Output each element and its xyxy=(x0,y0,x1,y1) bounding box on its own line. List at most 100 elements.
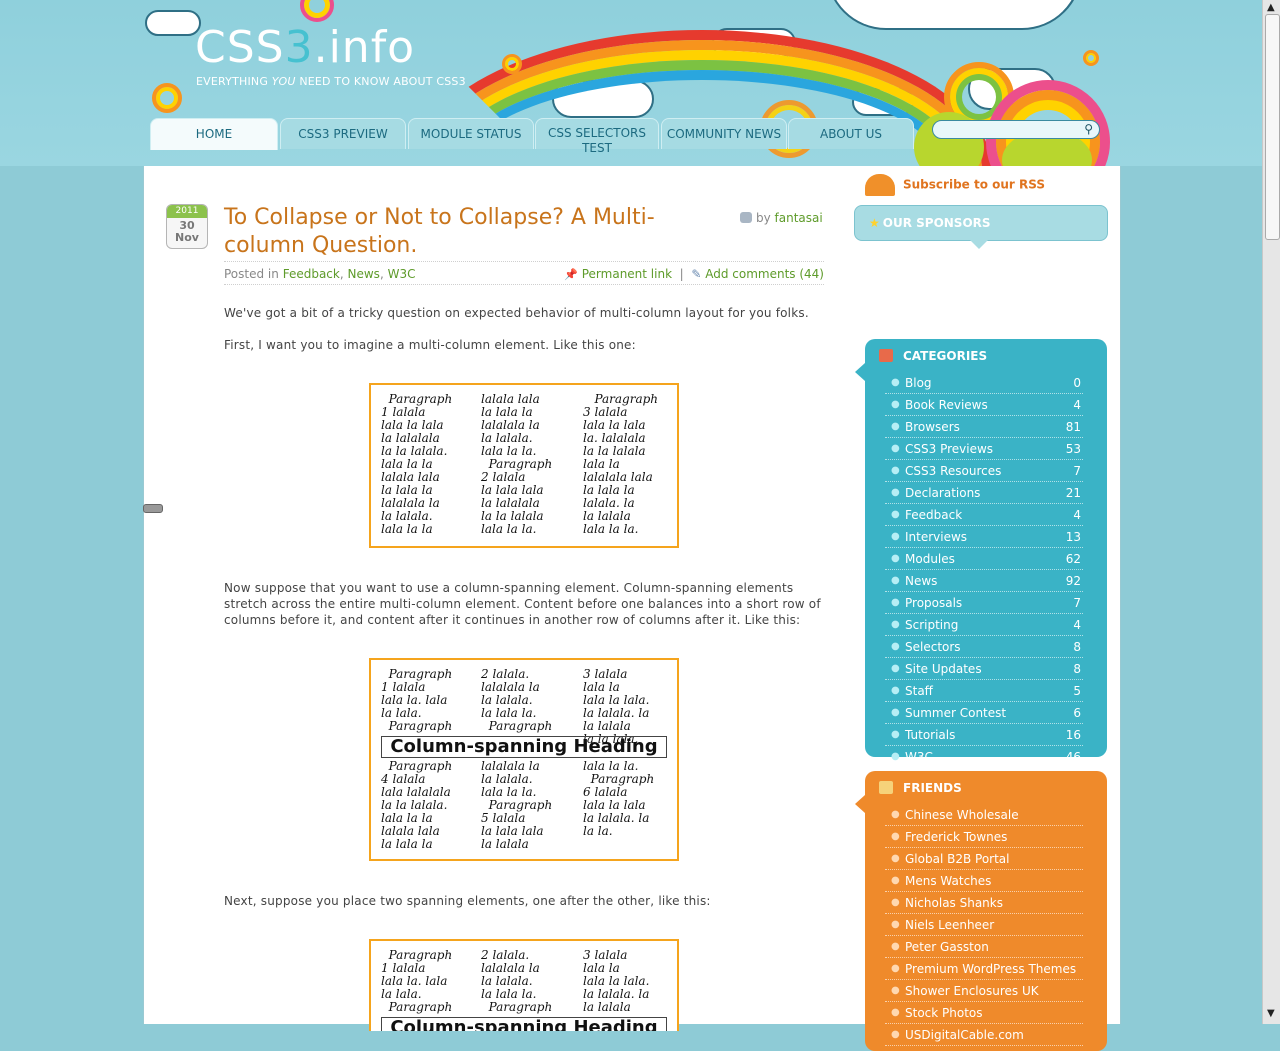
category-name: Book Reviews xyxy=(905,398,988,412)
figure-column: 3 lalala lala la lala la lala. la lalala… xyxy=(583,948,650,1014)
category-item[interactable]: ● Site Updates 8 xyxy=(885,659,1083,680)
drag-handle[interactable] xyxy=(143,504,163,513)
rss-label: Subscribe to our RSS xyxy=(903,177,1045,192)
divider xyxy=(224,284,824,285)
friend-link[interactable]: ● Global B2B Portal xyxy=(885,849,1083,870)
categories-title: CATEGORIES xyxy=(903,349,988,363)
categories-widget: CATEGORIES ● Blog 0 ● Book Reviews 4 ● Browse… xyxy=(855,339,1107,768)
category-item[interactable]: ● News 92 xyxy=(885,571,1083,592)
friend-link[interactable]: ● Premium WordPress Themes xyxy=(885,959,1083,980)
posted-in-label: Posted in xyxy=(224,267,279,281)
by-label: by xyxy=(756,211,771,225)
friend-name: Premium WordPress Themes xyxy=(905,962,1077,976)
tagline-part: EVERYTHING xyxy=(196,75,272,88)
category-item[interactable]: ● Browsers 81 xyxy=(885,417,1083,438)
permalink-link[interactable]: Permanent link xyxy=(582,267,672,281)
nav-tab-css3-preview[interactable]: CSS3 PREVIEW xyxy=(280,118,406,149)
ring-decoration xyxy=(300,0,334,22)
friend-link[interactable]: ● Nicholas Shanks xyxy=(885,893,1083,914)
scroll-up-arrow-icon[interactable]: ▲ xyxy=(1267,2,1275,13)
search-input[interactable] xyxy=(941,122,1075,138)
post-paragraph: First, I want you to imagine a multi-col… xyxy=(224,338,636,352)
search-box: ⚲ xyxy=(932,120,1100,139)
scroll-down-arrow-icon[interactable]: ▼ xyxy=(1267,1008,1275,1019)
bullet-icon: ● xyxy=(891,443,900,454)
bullet-icon: ● xyxy=(891,919,900,930)
category-count: 53 xyxy=(1065,442,1081,456)
site-logo[interactable]: CSS3.info xyxy=(195,22,415,73)
category-count: 7 xyxy=(1073,464,1081,478)
add-comments-link[interactable]: Add comments (44) xyxy=(705,267,824,281)
category-item[interactable]: ● Proposals 7 xyxy=(885,593,1083,614)
nav-tab-module-status[interactable]: MODULE STATUS xyxy=(408,118,534,149)
category-item[interactable]: ● Modules 62 xyxy=(885,549,1083,570)
category-item[interactable]: ● Selectors 8 xyxy=(885,637,1083,658)
friend-link[interactable]: ● Peter Gasston xyxy=(885,937,1083,958)
friend-link[interactable]: ● USDigitalCable.com xyxy=(885,1025,1083,1046)
bullet-icon: ● xyxy=(891,685,900,696)
tagline-part: NEED TO KNOW ABOUT CSS3 xyxy=(295,75,466,88)
category-item[interactable]: ● Book Reviews 4 xyxy=(885,395,1083,416)
category-link-w3c[interactable]: W3C xyxy=(388,267,416,281)
bullet-icon: ● xyxy=(891,941,900,952)
category-item[interactable]: ● Scripting 4 xyxy=(885,615,1083,636)
category-name: Blog xyxy=(905,376,932,390)
nav-tab-css-selectors-test[interactable]: CSS SELECTORS TEST xyxy=(535,118,659,155)
friend-link[interactable]: ● Mens Watches xyxy=(885,871,1083,892)
bullet-icon: ● xyxy=(891,641,900,652)
category-item[interactable]: ● W3C 46 xyxy=(885,747,1083,768)
author-link[interactable]: fantasai xyxy=(775,211,823,225)
bullet-icon: ● xyxy=(891,729,900,740)
scrollbar-thumb[interactable] xyxy=(1265,14,1280,240)
site-header: CSS3.info EVERYTHING YOU NEED TO KNOW AB… xyxy=(0,0,1262,166)
friend-link[interactable]: ● Niels Leenheer xyxy=(885,915,1083,936)
nav-tab-community-news[interactable]: COMMUNITY NEWS xyxy=(661,118,787,149)
friend-link[interactable]: ● Shower Enclosures UK xyxy=(885,981,1083,1002)
bullet-icon: ● xyxy=(891,963,900,974)
friend-name: Shower Enclosures UK xyxy=(905,984,1039,998)
bullet-icon: ● xyxy=(891,465,900,476)
category-item[interactable]: ● Declarations 21 xyxy=(885,483,1083,504)
category-link-news[interactable]: News xyxy=(348,267,380,281)
category-name: News xyxy=(905,574,938,588)
figure-column: Paragraph 4 lalala lala lalalala la la l… xyxy=(381,759,453,851)
category-count: 81 xyxy=(1065,420,1081,434)
friend-name: Frederick Townes xyxy=(905,830,1008,844)
category-item[interactable]: ● CSS3 Resources 7 xyxy=(885,461,1083,482)
category-name: CSS3 Previews xyxy=(905,442,994,456)
category-count: 8 xyxy=(1073,662,1081,676)
vertical-scrollbar[interactable]: ▲ ▼ xyxy=(1262,0,1280,1024)
search-icon[interactable]: ⚲ xyxy=(1084,122,1093,136)
category-link-feedback[interactable]: Feedback xyxy=(283,267,340,281)
figure-column: Paragraph 1 lalala lala la. lala la lala… xyxy=(381,667,453,733)
post-paragraph: Next, suppose you place two spanning ele… xyxy=(224,894,711,908)
bullet-icon: ● xyxy=(891,1029,900,1040)
tagline-you: YOU xyxy=(271,75,296,88)
category-item[interactable]: ● CSS3 Previews 53 xyxy=(885,439,1083,460)
friend-link[interactable]: ● Stock Photos xyxy=(885,1003,1083,1024)
nav-tab-home[interactable]: HOME xyxy=(150,118,278,150)
category-item[interactable]: ● Staff 5 xyxy=(885,681,1083,702)
widget-pointer xyxy=(855,795,865,813)
friend-link[interactable]: ● Chinese Wholesale xyxy=(885,805,1083,826)
multicolumn-figure: Paragraph 1 lalala lala la lala la lalal… xyxy=(369,383,679,548)
category-name: Proposals xyxy=(905,596,963,610)
friend-link[interactable]: ● Frederick Townes xyxy=(885,827,1083,848)
site-tagline: EVERYTHING YOU NEED TO KNOW ABOUT CSS3 xyxy=(196,75,466,88)
friend-name: Nicholas Shanks xyxy=(905,896,1003,910)
category-item[interactable]: ● Summer Contest 6 xyxy=(885,703,1083,724)
category-item[interactable]: ● Tutorials 16 xyxy=(885,725,1083,746)
nav-tab-about-us[interactable]: ABOUT US xyxy=(788,118,914,149)
category-item[interactable]: ● Feedback 4 xyxy=(885,505,1083,526)
category-count: 4 xyxy=(1073,508,1081,522)
category-count: 21 xyxy=(1065,486,1081,500)
category-item[interactable]: ● Blog 0 xyxy=(885,373,1083,394)
category-count: 4 xyxy=(1073,618,1081,632)
sponsors-title: OUR SPONSORS xyxy=(882,216,991,230)
bullet-icon: ● xyxy=(891,531,900,542)
category-name: Browsers xyxy=(905,420,960,434)
rss-subscribe[interactable]: Subscribe to our RSS xyxy=(865,174,1045,196)
category-name: Site Updates xyxy=(905,662,982,676)
post-title[interactable]: To Collapse or Not to Collapse? A Multi-… xyxy=(224,204,694,260)
category-item[interactable]: ● Interviews 13 xyxy=(885,527,1083,548)
